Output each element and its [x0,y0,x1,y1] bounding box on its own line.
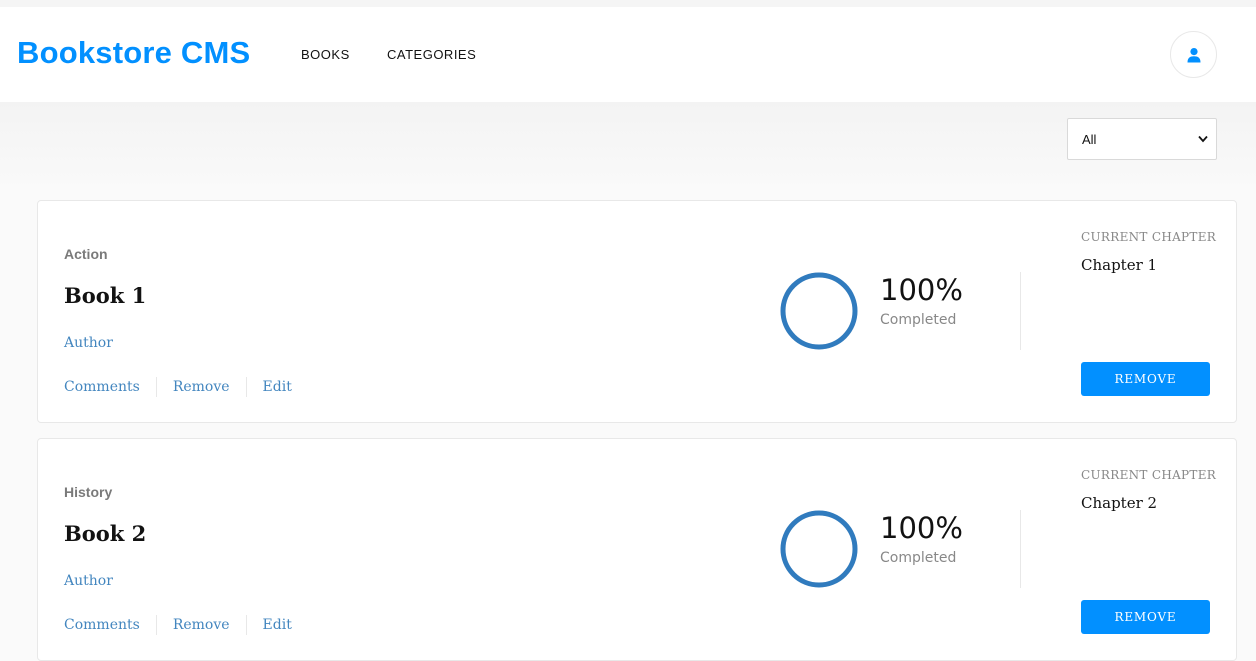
book-actions: Comments Remove Edit [64,615,292,635]
book-title: Book 2 [64,521,147,546]
category-filter-select[interactable]: All [1067,118,1217,160]
top-strip [0,0,1256,7]
book-category: History [64,484,113,500]
current-chapter-label: CURRENT CHAPTER [1081,468,1217,482]
current-chapter-label: CURRENT CHAPTER [1081,230,1217,244]
progress-percent: 100% [880,273,963,307]
book-category: Action [64,246,108,262]
category-filter-value: All [1082,131,1097,147]
user-button[interactable] [1170,31,1217,78]
progress-completed-label: Completed [880,312,957,328]
current-chapter-value: Chapter 2 [1081,494,1158,512]
edit-button[interactable]: Edit [263,615,292,635]
remove-link[interactable]: Remove [173,377,230,397]
book-actions: Comments Remove Edit [64,377,292,397]
edit-button[interactable]: Edit [263,377,292,397]
user-icon [1187,47,1200,62]
logo[interactable]: Bookstore CMS [17,35,250,71]
progress-divider [1020,510,1021,588]
remove-button[interactable]: REMOVE [1081,362,1210,396]
chevron-down-icon [1198,135,1208,143]
action-divider [155,377,157,397]
comments-button[interactable]: Comments [64,377,140,397]
header: Bookstore CMS BOOKS CATEGORIES [0,7,1256,102]
nav-categories-link[interactable]: CATEGORIES [387,47,476,62]
current-chapter-value: Chapter 1 [1081,256,1158,274]
progress-percent: 100% [880,511,963,545]
progress-ring [780,510,858,588]
progress-completed-label: Completed [880,550,957,566]
remove-button[interactable]: REMOVE [1081,600,1210,634]
nav-books-link[interactable]: BOOKS [301,47,350,62]
book-card: History Book 2 Author Comments Remove Ed… [37,438,1237,661]
remove-link[interactable]: Remove [173,615,230,635]
action-divider [245,377,247,397]
progress-divider [1020,272,1021,350]
book-card: Action Book 1 Author Comments Remove Edi… [37,200,1237,423]
action-divider [245,615,247,635]
book-title: Book 1 [64,283,147,308]
action-divider [155,615,157,635]
comments-button[interactable]: Comments [64,615,140,635]
progress-ring [780,272,858,350]
book-author[interactable]: Author [64,335,113,351]
book-author[interactable]: Author [64,573,113,589]
